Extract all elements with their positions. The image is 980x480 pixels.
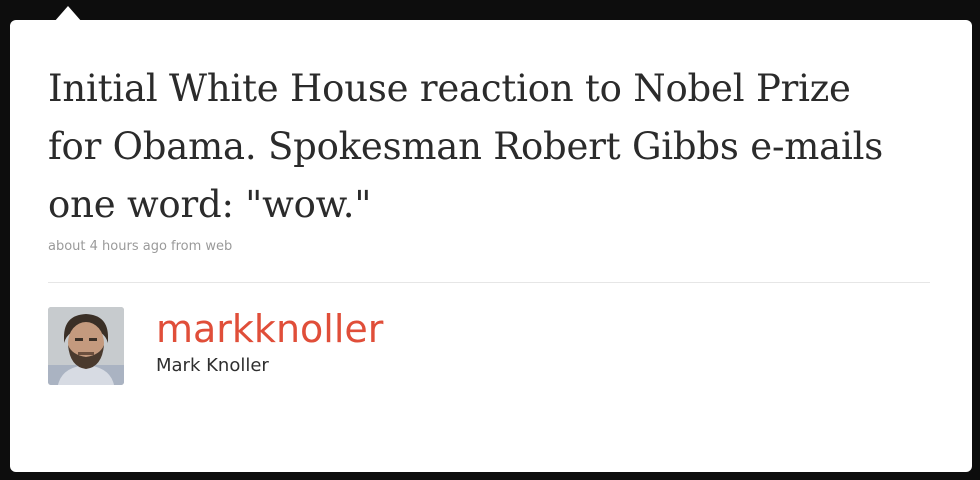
profile-photo-icon	[48, 307, 124, 385]
tweet-text: Initial White House reaction to Nobel Pr…	[48, 67, 884, 226]
tweet-timestamp[interactable]: about 4 hours ago from web	[48, 239, 232, 254]
author-full-name: Mark Knoller	[156, 355, 269, 376]
tweet-card: Initial White House reaction to Nobel Pr…	[10, 20, 972, 472]
tweet-embed-frame: Initial White House reaction to Nobel Pr…	[0, 0, 980, 480]
avatar[interactable]	[48, 307, 124, 385]
author-username[interactable]: markknoller	[156, 307, 383, 351]
divider	[48, 282, 930, 283]
